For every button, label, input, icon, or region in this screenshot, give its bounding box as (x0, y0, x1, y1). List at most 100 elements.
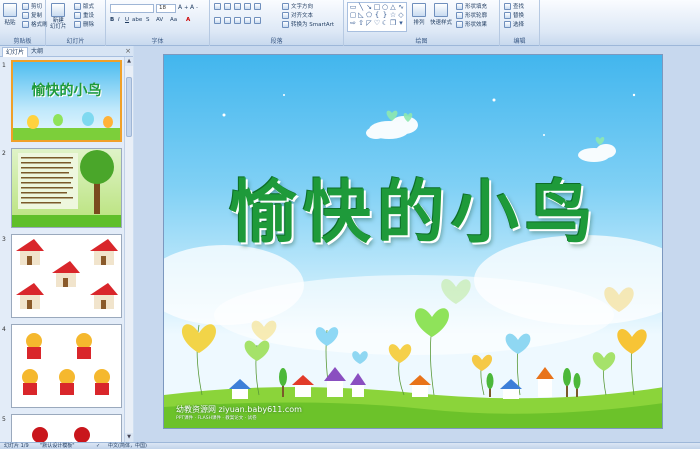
arrange-button[interactable]: 排列 (412, 3, 426, 26)
quick-styles-button[interactable]: 快速样式 (430, 3, 452, 26)
thumb-story-scene (12, 150, 121, 227)
align-text-button[interactable]: 对齐文本 (282, 11, 313, 19)
square-shape-icon[interactable]: □ (373, 4, 381, 11)
delete-slide-button[interactable]: 删除 (74, 20, 94, 28)
more-shapes-icon[interactable]: ▾ (397, 20, 405, 27)
columns-icon (254, 17, 261, 24)
slide-thumbnail-2[interactable] (11, 148, 122, 228)
scroll-thumb[interactable] (126, 77, 132, 137)
paragraph-group: 文字方向 对齐文本 转换为 SmartArt 段落 (210, 0, 344, 46)
shape-outline-button[interactable]: 形状轮廓 (456, 11, 487, 19)
rectangle-shape-icon[interactable]: ▭ (349, 4, 357, 11)
thumb-houses (16, 239, 118, 309)
underline-button[interactable]: U (125, 17, 129, 23)
copy-button[interactable]: 复制 (22, 11, 42, 19)
outdent-icon (234, 3, 241, 10)
align-center-icon (224, 17, 231, 24)
arrow-shape-icon[interactable]: ↘ (365, 4, 373, 11)
bracket-shape-icon[interactable]: } (381, 12, 389, 19)
convert-smartart-button[interactable]: 转换为 SmartArt (282, 20, 334, 28)
shape-fill-label: 形状填充 (465, 4, 488, 10)
slide-thumbnail-1[interactable]: 愉快的小鸟 (11, 60, 122, 142)
new-slide-button[interactable]: 新建 幻灯片 (50, 3, 67, 30)
up-arrow-shape-icon[interactable]: ⇧ (357, 20, 365, 27)
select-button[interactable]: 选择 (504, 20, 524, 28)
current-slide[interactable]: 愉快的小鸟 幼教资源网 ziyuan.baby611.com PPT课件 · F… (163, 54, 663, 429)
thumb-number: 5 (2, 416, 6, 423)
shape-effects-button[interactable]: 形状效果 (456, 20, 487, 28)
cut-button[interactable]: 剪切 (22, 2, 42, 10)
close-icon[interactable]: × (125, 47, 131, 55)
columns-button[interactable] (254, 17, 261, 24)
slide-title[interactable]: 愉快的小鸟 (164, 157, 662, 256)
curve-shape-icon[interactable]: ∿ (397, 4, 405, 11)
theme-name: "默认设计模板" (40, 443, 75, 449)
slides-group-label: 幻灯片 (66, 38, 85, 45)
tab-slides[interactable]: 幻灯片 (2, 47, 29, 57)
align-right-button[interactable] (234, 17, 241, 24)
slide-thumbnail-3[interactable] (11, 234, 122, 318)
brace-shape-icon[interactable]: { (373, 12, 381, 19)
slide-thumbnail-4[interactable] (11, 324, 122, 408)
slide-thumbnail-5[interactable] (11, 414, 122, 442)
line-shape-icon[interactable]: ╲ (357, 4, 365, 11)
triangle-shape-icon[interactable]: △ (389, 4, 397, 11)
reset-button[interactable]: 重设 (74, 11, 94, 19)
oval-shape-icon[interactable]: ○ (381, 4, 389, 11)
check-icon[interactable]: ✓ (96, 443, 100, 449)
new-slide-icon (51, 3, 66, 17)
justify-button[interactable] (244, 17, 251, 24)
shrink-font-button[interactable]: A- (190, 4, 198, 11)
shapes-gallery[interactable]: ▭ ╲ ↘ □ ○ △ ∿ ▢ ◺ ⬠{} ☆ ◇ ⇨ ⇧ ◸ ♡ ☾ ❒ ▾ (347, 2, 407, 32)
cube-shape-icon[interactable]: ❒ (389, 20, 397, 27)
layout-icon (74, 2, 81, 10)
slide-editor: 愉快的小鸟 幼教资源网 ziyuan.baby611.com PPT课件 · F… (134, 46, 700, 442)
align-left-button[interactable] (214, 17, 221, 24)
align-center-button[interactable] (224, 17, 231, 24)
rounded-rect-shape-icon[interactable]: ▢ (349, 12, 357, 19)
arrange-label: 排列 (413, 20, 425, 26)
grow-font-button[interactable]: A + (178, 4, 188, 11)
replace-button[interactable]: 替换 (504, 11, 524, 19)
shadow-button[interactable]: S (146, 17, 150, 23)
heart-shape-icon[interactable]: ♡ (373, 20, 381, 27)
thumbnail-scrollbar[interactable]: ▲ ▼ (124, 57, 133, 442)
pentagon-shape-icon[interactable]: ⬠ (365, 12, 373, 19)
strike-button[interactable]: abe (132, 17, 142, 23)
font-color-button[interactable]: A (186, 17, 190, 23)
line-spacing-button[interactable] (254, 3, 261, 10)
decrease-indent-button[interactable] (234, 3, 241, 10)
change-case-button[interactable]: Aa (170, 17, 177, 23)
char-spacing-button[interactable]: AV (156, 17, 163, 23)
align-right-icon (234, 17, 241, 24)
paste-button[interactable]: 粘贴 (3, 3, 17, 26)
select-label: 选择 (513, 22, 525, 28)
bold-button[interactable]: B (110, 17, 114, 23)
reset-icon (74, 11, 81, 19)
diamond-shape-icon[interactable]: ◇ (397, 12, 405, 19)
bullets-button[interactable] (214, 3, 221, 10)
scroll-down-icon[interactable]: ▼ (125, 433, 133, 442)
fill-bucket-icon (456, 2, 463, 10)
right-arrow-shape-icon[interactable]: ⇨ (349, 20, 357, 27)
moon-shape-icon[interactable]: ☾ (381, 20, 389, 27)
thumbnail-list: 1 愉快的小鸟 2 3 4 5 (0, 57, 124, 442)
find-button[interactable]: 查找 (504, 2, 524, 10)
layout-button[interactable]: 版式 (74, 2, 94, 10)
thumb-apples (32, 427, 90, 442)
font-name-combo[interactable] (110, 4, 154, 13)
star-shape-icon[interactable]: ☆ (389, 12, 397, 19)
right-triangle-shape-icon[interactable]: ◺ (357, 12, 365, 19)
shape-fill-button[interactable]: 形状填充 (456, 2, 487, 10)
scroll-up-icon[interactable]: ▲ (125, 57, 133, 66)
font-size-combo[interactable]: 18 (156, 4, 176, 13)
numbering-button[interactable] (224, 3, 231, 10)
ribbon: 粘贴 剪切 复制 格式刷 剪贴板 新建 幻灯片 版式 重设 删除 幻灯片 18 … (0, 0, 700, 46)
italic-button[interactable]: I (118, 17, 120, 23)
callout-shape-icon[interactable]: ◸ (365, 20, 373, 27)
tab-outline[interactable]: 大纲 (28, 47, 46, 57)
text-direction-button[interactable]: 文字方向 (282, 2, 313, 10)
format-painter-button[interactable]: 格式刷 (22, 20, 48, 28)
increase-indent-button[interactable] (244, 3, 251, 10)
brush-icon (22, 20, 29, 28)
